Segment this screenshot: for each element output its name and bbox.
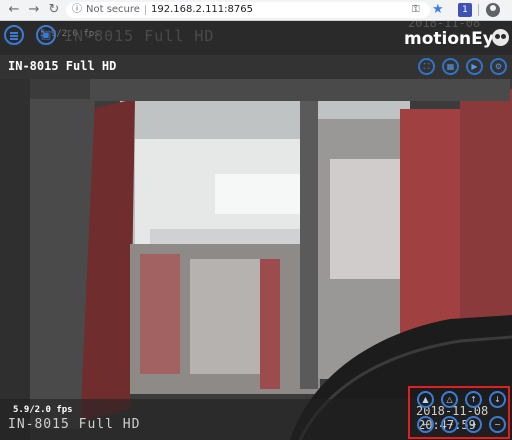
media-browser-icon[interactable]: ▦ xyxy=(442,58,459,75)
tilt-up-icon[interactable]: ↑ xyxy=(465,391,482,408)
forward-icon[interactable]: → xyxy=(26,2,42,18)
camera-header: IN-8015 Full HD ⛶ ▦ ▶ ⚙ xyxy=(0,55,512,79)
pan-left-icon[interactable]: ← xyxy=(417,416,434,433)
owl-logo-icon xyxy=(492,29,509,46)
back-icon[interactable]: ← xyxy=(6,2,22,18)
motioneye-app: 5.9/2.0 fps IN-8015 Full HD 2018-11-08 ▣… xyxy=(0,21,512,440)
overlay-fps: 5.9/2.0 fps xyxy=(13,405,73,415)
zoom-out-icon[interactable]: − xyxy=(489,416,506,433)
url-text[interactable]: 192.168.2.111:8765 xyxy=(151,2,253,18)
bookmark-star-icon[interactable]: ★ xyxy=(432,2,444,18)
fullscreen-icon[interactable]: ⛶ xyxy=(418,58,435,75)
key-icon[interactable]: ⚿ xyxy=(412,2,420,18)
address-bar[interactable]: ⓘ Not secure 192.168.2.111:8765 ⚿ xyxy=(66,2,430,18)
menu-icon[interactable] xyxy=(4,25,24,45)
separator xyxy=(478,4,479,16)
layout-icon[interactable]: ▣ xyxy=(36,25,56,45)
extension-icon[interactable]: 1 xyxy=(458,3,472,17)
ghost-title-text: IN-8015 Full HD xyxy=(64,27,215,45)
separator xyxy=(145,5,146,15)
security-indicator[interactable]: Not secure xyxy=(86,2,140,18)
app-header: 5.9/2.0 fps IN-8015 Full HD 2018-11-08 ▣… xyxy=(0,21,512,55)
profile-avatar-icon[interactable] xyxy=(486,3,500,17)
brand-logo-text: motionEye xyxy=(404,29,506,49)
reload-icon[interactable]: ↻ xyxy=(46,2,62,18)
play-icon[interactable]: ▶ xyxy=(466,58,483,75)
settings-icon[interactable]: ⚙ xyxy=(490,58,507,75)
info-icon[interactable]: ⓘ xyxy=(72,2,82,18)
camera-feed[interactable]: 5.9/2.0 fps IN-8015 Full HD 2018-11-08 2… xyxy=(0,79,512,440)
zoom-in-icon[interactable]: + xyxy=(465,416,482,433)
camera-title: IN-8015 Full HD xyxy=(8,59,117,73)
browser-toolbar: ← → ↻ ⓘ Not secure 192.168.2.111:8765 ⚿ … xyxy=(0,0,512,21)
tilt-down-icon[interactable]: ↓ xyxy=(489,391,506,408)
overlay-camera-name: IN-8015 Full HD xyxy=(8,417,141,432)
pan-right-icon[interactable]: → xyxy=(441,416,458,433)
preset-triangle-icon[interactable]: △ xyxy=(441,391,458,408)
preset-up-icon[interactable]: ▲ xyxy=(417,391,434,408)
